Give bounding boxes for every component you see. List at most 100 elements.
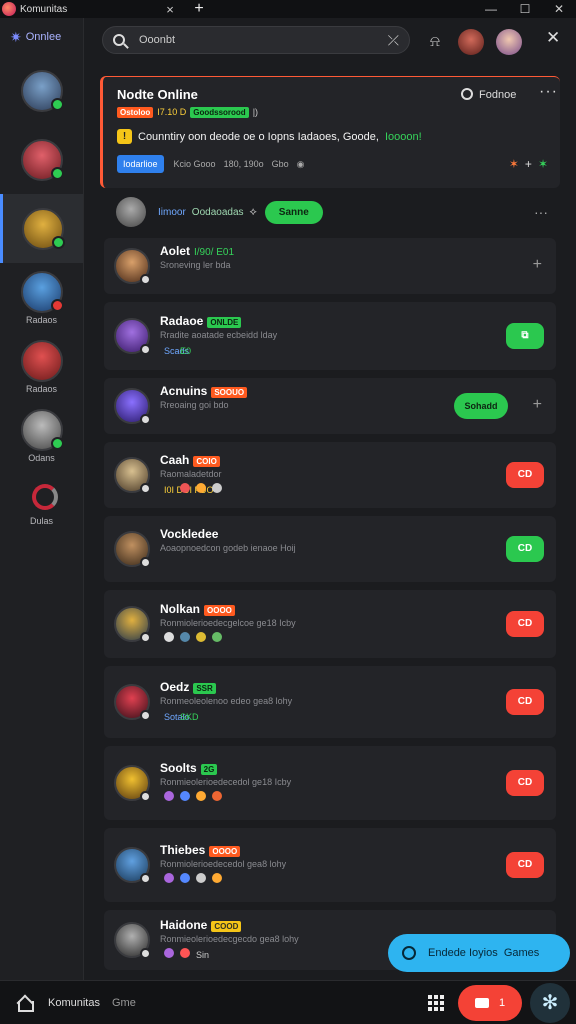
friend-avatar[interactable] bbox=[114, 684, 151, 721]
rail-item[interactable]: Odans bbox=[0, 401, 83, 470]
bottom-label-2[interactable]: Gme bbox=[112, 997, 136, 1009]
window-close-icon[interactable]: ✕ bbox=[542, 2, 576, 16]
friend-row[interactable]: Nolkan OOOO Ronmiolerioedecgelcoe ge18 Icb… bbox=[104, 590, 556, 658]
rail-item[interactable] bbox=[0, 56, 83, 125]
friend-avatar[interactable] bbox=[114, 318, 151, 355]
rail-item[interactable]: Radaos bbox=[0, 332, 83, 401]
card-highlight: Ioooon! bbox=[384, 130, 422, 143]
game-icon bbox=[196, 632, 206, 642]
friend-row[interactable]: CaahCOIO Raomaladetdor I0I DUI FUO CD bbox=[104, 442, 556, 508]
window-titlebar: Komunitas × + — ☐ ✕ bbox=[0, 0, 576, 18]
bulb-icon: ! bbox=[117, 129, 132, 144]
rail-item[interactable]: Dulas bbox=[0, 470, 83, 539]
friend-avatar[interactable] bbox=[114, 248, 151, 285]
friend-meta-label: Scads bbox=[164, 346, 190, 356]
presence-icon bbox=[140, 873, 151, 884]
friend-meta bbox=[164, 632, 228, 642]
friend-subtitle: Ronmieolerioedecgecdo gea8 lohy bbox=[160, 934, 299, 944]
add-friend-icon[interactable]: + bbox=[533, 396, 542, 414]
friend-row[interactable]: Aolet I/90/ E01 Sroneving ler bda + bbox=[104, 238, 556, 294]
avatar-user-2[interactable] bbox=[496, 29, 522, 55]
friend-avatar[interactable] bbox=[114, 388, 151, 425]
card-more-icon[interactable]: ··· bbox=[539, 83, 558, 101]
friend-row[interactable]: Acnuins SOOUO Rreoaing goi bdo Sohadd + bbox=[104, 378, 556, 434]
status-action-button[interactable]: Sanne bbox=[264, 200, 323, 224]
game-icon bbox=[212, 791, 222, 801]
join-voice-button[interactable]: CD bbox=[506, 611, 544, 637]
presence-icon bbox=[140, 710, 151, 721]
friend-row[interactable]: Soolts 2G Ronmieolerioedecedol ge18 Icby CD bbox=[104, 746, 556, 820]
search-bar[interactable]: ⤫ bbox=[102, 26, 410, 54]
join-voice-button[interactable]: CD bbox=[506, 852, 544, 878]
status-avatar[interactable] bbox=[116, 197, 146, 227]
rail-item-label: Odans bbox=[28, 452, 55, 463]
clear-search-icon[interactable]: ⤫ bbox=[388, 32, 399, 49]
card-meta-2: 180, 190o bbox=[223, 159, 264, 169]
tab-close-icon[interactable]: × bbox=[156, 2, 184, 17]
friend-row[interactable]: Thiebes OOOO Ronmiolerioedecedol gea8 lohy… bbox=[104, 828, 556, 902]
join-voice-button[interactable]: CD bbox=[506, 462, 544, 488]
filter-button[interactable]: Fodnoe bbox=[461, 88, 516, 101]
friend-row[interactable]: Vockledee Aoaopnoedcon godeb ienaoe Hoij C… bbox=[104, 516, 556, 582]
brand[interactable]: ✷ Onnlee bbox=[0, 18, 83, 56]
friend-name: Vockledee bbox=[160, 527, 219, 541]
avatar-user-1[interactable] bbox=[458, 29, 484, 55]
friend-row[interactable]: Oedz SSR Ronmeoleolenoo edeo gea8 lohy Sota… bbox=[104, 666, 556, 738]
card-badges: Ostoloo I7.10 D Goodssorood |) bbox=[117, 107, 258, 118]
maximize-icon[interactable]: ☐ bbox=[508, 2, 542, 16]
new-tab-icon[interactable]: + bbox=[184, 0, 214, 18]
search-icon bbox=[113, 34, 125, 46]
cta-button[interactable]: Endede Ioyios Games bbox=[388, 934, 570, 972]
bottom-label[interactable]: Komunitas bbox=[48, 997, 100, 1009]
card-primary-button[interactable]: Iodarlioe bbox=[117, 155, 164, 173]
add-friend-icon[interactable]: + bbox=[533, 256, 542, 274]
message-button[interactable]: ⧉ bbox=[506, 323, 544, 349]
notification-bell-icon[interactable]: ⍾ bbox=[422, 29, 448, 55]
game-icon bbox=[180, 632, 190, 642]
friend-meta: I0I DUI FUO bbox=[164, 483, 228, 495]
join-voice-button[interactable]: CD bbox=[506, 689, 544, 715]
join-voice-button[interactable]: CD bbox=[506, 770, 544, 796]
search-input[interactable] bbox=[139, 34, 382, 46]
friend-subtitle: Ronmiolerioedecgelcoe ge18 Icby bbox=[160, 618, 296, 628]
pin-icon[interactable]: ⟡ bbox=[250, 206, 257, 219]
minimize-icon[interactable]: — bbox=[474, 2, 508, 16]
friend-tag: 2G bbox=[200, 764, 218, 775]
close-panel-icon[interactable]: ✕ bbox=[546, 28, 560, 48]
friend-avatar[interactable] bbox=[114, 847, 151, 884]
rail-item[interactable] bbox=[0, 194, 83, 263]
friend-tag: ONLDE bbox=[207, 317, 242, 328]
message-button[interactable]: CD bbox=[506, 536, 544, 562]
apps-grid-icon[interactable] bbox=[428, 995, 444, 1011]
friend-avatar[interactable] bbox=[114, 606, 151, 643]
friend-name: Nolkan bbox=[160, 602, 201, 616]
friend-meta-label: I0I DUI FUO bbox=[164, 485, 214, 495]
friend-name-line: Nolkan OOOO bbox=[160, 602, 239, 616]
status-label: Iimoor bbox=[158, 206, 186, 218]
tab-title[interactable]: Komunitas bbox=[20, 4, 156, 15]
online-status-button[interactable]: Sohadd bbox=[454, 393, 508, 419]
friend-subtitle: Ronmeoleolenoo edeo gea8 lohy bbox=[160, 696, 293, 706]
record-count: 1 bbox=[498, 997, 506, 1009]
rail-item[interactable] bbox=[0, 125, 83, 194]
status-more-icon[interactable]: ··· bbox=[534, 204, 548, 220]
rail-item-label: Dulas bbox=[29, 515, 53, 526]
friend-name: Radaoe bbox=[160, 314, 204, 328]
game-icon bbox=[164, 948, 174, 958]
status-label-2: Oodaoadas bbox=[191, 206, 244, 218]
record-button[interactable]: 1 bbox=[458, 985, 522, 1021]
friend-avatar[interactable] bbox=[114, 531, 151, 568]
rail-item-label: Radaos bbox=[25, 314, 58, 325]
settings-flower-icon[interactable]: ✻ bbox=[530, 983, 570, 1023]
friend-name: Caah bbox=[160, 453, 190, 467]
friend-name-line: Radaoe ONLDE bbox=[160, 314, 245, 328]
friend-avatar[interactable] bbox=[114, 922, 151, 959]
friend-row[interactable]: Radaoe ONLDE Rradite aoatade ecbeidd lday S… bbox=[104, 302, 556, 370]
game-icon bbox=[196, 873, 206, 883]
friend-name-line: Vockledee bbox=[160, 527, 218, 541]
home-icon[interactable] bbox=[16, 996, 34, 1012]
rail-item[interactable]: Radaos bbox=[0, 263, 83, 332]
friend-avatar[interactable] bbox=[114, 457, 151, 494]
friend-avatar[interactable] bbox=[114, 765, 151, 802]
bottom-bar: Komunitas Gme 1 ✻ bbox=[0, 980, 576, 1024]
